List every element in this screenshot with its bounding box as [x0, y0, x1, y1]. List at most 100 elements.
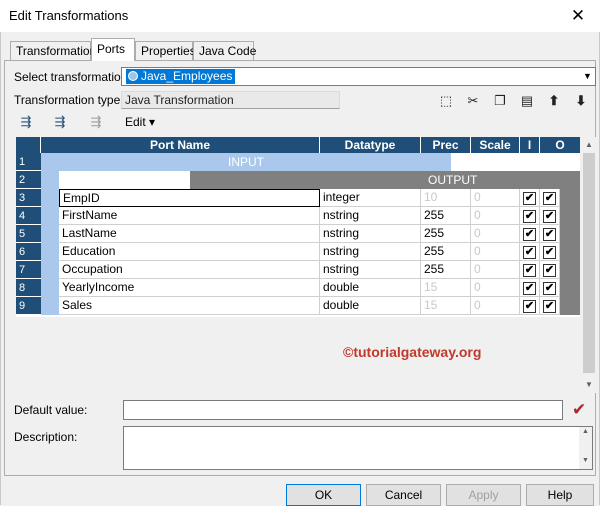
row-number-header — [16, 137, 41, 153]
cell-prec[interactable]: 10 — [421, 189, 471, 207]
header-scale[interactable]: Scale — [471, 137, 520, 153]
input-checkbox[interactable]: ✔ — [523, 300, 536, 313]
header-prec[interactable]: Prec — [421, 137, 471, 153]
cell-prec[interactable]: 255 — [421, 261, 471, 279]
row-number: 5 — [16, 225, 41, 243]
input-checkbox[interactable]: ✔ — [523, 210, 536, 223]
scroll-down-icon[interactable]: ▼ — [579, 457, 592, 464]
scroll-down-icon[interactable]: ▼ — [582, 377, 596, 392]
cell-port-name[interactable]: Education — [59, 243, 320, 261]
cut-icon[interactable]: ✂ — [465, 93, 481, 109]
input-checkbox[interactable]: ✔ — [523, 228, 536, 241]
scroll-up-icon[interactable]: ▲ — [579, 428, 592, 435]
scroll-up-icon[interactable]: ▲ — [582, 137, 596, 152]
row-number: 1 — [16, 153, 41, 171]
row-number: 8 — [16, 279, 41, 297]
output-group-strip — [560, 189, 580, 315]
cell-datatype[interactable]: nstring — [320, 261, 421, 279]
cell-port-name[interactable]: Occupation — [59, 261, 320, 279]
copy-icon[interactable]: ❐ — [492, 93, 508, 109]
header-datatype[interactable]: Datatype — [320, 137, 421, 153]
output-group-band: OUTPUT — [190, 171, 580, 189]
output-checkbox[interactable]: ✔ — [543, 192, 556, 205]
description-label: Description: — [14, 430, 78, 444]
output-checkbox[interactable]: ✔ — [543, 210, 556, 223]
cell-scale[interactable]: 0 — [471, 243, 520, 261]
apply-button[interactable]: Apply — [446, 484, 521, 506]
cell-port-name[interactable]: Sales — [59, 297, 320, 315]
header-port-name[interactable]: Port Name — [41, 137, 320, 153]
cancel-button[interactable]: Cancel — [366, 484, 441, 506]
window-title: Edit Transformations — [9, 8, 129, 23]
cell-prec[interactable]: 255 — [421, 243, 471, 261]
tab-transformation[interactable]: Transformation — [10, 41, 96, 60]
cell-scale[interactable]: 0 — [471, 207, 520, 225]
input-checkbox[interactable]: ✔ — [523, 246, 536, 259]
grid-vertical-scrollbar[interactable]: ▲ ▼ — [582, 137, 596, 393]
cell-datatype[interactable]: nstring — [320, 243, 421, 261]
cell-port-name[interactable]: YearlyIncome — [59, 279, 320, 297]
input-checkbox[interactable]: ✔ — [523, 192, 536, 205]
remove-port-icon[interactable]: ⇶ — [88, 114, 104, 130]
cell-scale[interactable]: 0 — [471, 261, 520, 279]
cell-scale[interactable]: 0 — [471, 189, 520, 207]
select-transformation-label: Select transformation: — [14, 70, 131, 84]
output-checkbox[interactable]: ✔ — [543, 264, 556, 277]
checkmark-icon[interactable]: ✔ — [572, 400, 592, 420]
cell-port-name[interactable]: FirstName — [59, 207, 320, 225]
cell-port-name[interactable]: LastName — [59, 225, 320, 243]
tab-properties[interactable]: Properties — [135, 41, 196, 60]
header-output[interactable]: O — [540, 137, 580, 153]
cell-prec[interactable]: 15 — [421, 297, 471, 315]
chevron-down-icon[interactable]: ▼ — [580, 68, 595, 85]
cell-prec[interactable]: 255 — [421, 225, 471, 243]
cell-prec[interactable]: 255 — [421, 207, 471, 225]
default-value-label: Default value: — [14, 403, 88, 417]
tab-ports[interactable]: Ports — [91, 38, 135, 61]
output-checkbox[interactable]: ✔ — [543, 300, 556, 313]
cell-prec[interactable]: 15 — [421, 279, 471, 297]
add-output-port-icon[interactable]: ⇶ — [52, 114, 68, 130]
selected-transformation: Java_Employees — [126, 69, 236, 84]
cell-datatype[interactable]: nstring — [320, 207, 421, 225]
description-field[interactable]: ▲ ▼ — [123, 426, 593, 470]
edit-menu-button[interactable]: Edit ▾ — [125, 115, 155, 129]
output-checkbox[interactable]: ✔ — [543, 228, 556, 241]
watermark-text: ©tutorialgateway.org — [343, 344, 482, 360]
cell-datatype[interactable]: double — [320, 279, 421, 297]
input-checkbox[interactable]: ✔ — [523, 282, 536, 295]
selected-transformation-text: Java_Employees — [141, 69, 233, 83]
ok-button[interactable]: OK — [286, 484, 361, 506]
output-checkbox[interactable]: ✔ — [543, 282, 556, 295]
row-number: 2 — [16, 171, 41, 189]
cell-datatype[interactable]: double — [320, 297, 421, 315]
default-value-field[interactable] — [123, 400, 563, 420]
header-input[interactable]: I — [520, 137, 540, 153]
add-input-port-icon[interactable]: ⇶ — [18, 114, 34, 130]
select-transformation-dropdown[interactable]: Java_Employees ▼ — [121, 67, 596, 86]
scroll-thumb[interactable] — [583, 153, 595, 373]
row-number: 6 — [16, 243, 41, 261]
cell-scale[interactable]: 0 — [471, 279, 520, 297]
close-icon[interactable]: ✕ — [564, 3, 592, 29]
row-number: 7 — [16, 261, 41, 279]
cell-datatype[interactable]: nstring — [320, 225, 421, 243]
cell-datatype[interactable]: integer — [320, 189, 421, 207]
cell-scale[interactable]: 0 — [471, 225, 520, 243]
cell-scale[interactable]: 0 — [471, 297, 520, 315]
input-group-band: INPUT — [41, 153, 451, 171]
tab-java-code[interactable]: Java Code — [193, 41, 256, 60]
transformation-icon — [128, 71, 138, 81]
transformation-type-label: Transformation type: — [14, 93, 124, 107]
new-port-icon[interactable]: ⬚ — [438, 93, 454, 109]
help-button[interactable]: Help — [526, 484, 594, 506]
row-number: 9 — [16, 297, 41, 315]
move-down-icon[interactable]: ⬇ — [573, 93, 589, 109]
input-checkbox[interactable]: ✔ — [523, 264, 536, 277]
output-checkbox[interactable]: ✔ — [543, 246, 556, 259]
move-up-icon[interactable]: ⬆ — [546, 93, 562, 109]
paste-icon[interactable]: ▤ — [519, 93, 535, 109]
transformation-type-field: Java Transformation — [121, 91, 340, 109]
cell-port-name[interactable]: EmpID — [59, 189, 320, 207]
description-scrollbar[interactable]: ▲ ▼ — [579, 427, 592, 469]
